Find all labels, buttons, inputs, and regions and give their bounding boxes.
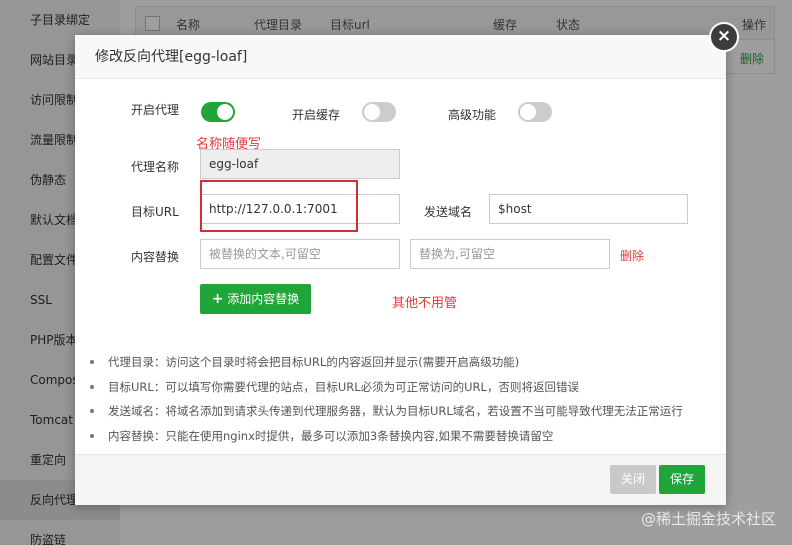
target-url-label: 目标URL: [131, 205, 179, 219]
help-note: 发送域名：将域名添加到请求头传递到代理服务器，默认为目标URL域名，若设置不当可…: [90, 399, 710, 424]
advanced-label: 高级功能: [448, 108, 497, 122]
enable-proxy-label: 开启代理: [131, 103, 180, 117]
enable-proxy-toggle[interactable]: [201, 102, 235, 122]
toggle-knob: [364, 104, 380, 120]
close-button[interactable]: 关闭: [610, 465, 656, 494]
save-button[interactable]: 保存: [659, 465, 705, 494]
help-note: 代理目录：访问这个目录时将会把目标URL的内容返回并显示(需要开启高级功能): [90, 350, 710, 375]
toggle-knob: [520, 104, 536, 120]
toggle-knob: [217, 104, 233, 120]
content-replace-label: 内容替换: [131, 250, 180, 264]
enable-cache-toggle[interactable]: [362, 102, 396, 122]
replace-delete-link[interactable]: 删除: [620, 247, 644, 264]
send-domain-label: 发送域名: [424, 205, 473, 219]
annotation-other-note: 其他不用管: [392, 296, 458, 311]
proxy-name-field: egg-loaf: [200, 149, 400, 179]
dialog-title: 修改反向代理[egg-loaf]: [75, 35, 726, 79]
add-content-replace-button[interactable]: + 添加内容替换: [200, 284, 311, 314]
plus-icon: +: [211, 291, 224, 307]
advanced-toggle[interactable]: [518, 102, 552, 122]
send-domain-input[interactable]: $host: [489, 194, 688, 224]
enable-cache-label: 开启缓存: [292, 108, 341, 122]
add-content-replace-label: 添加内容替换: [227, 292, 300, 306]
replace-to-input[interactable]: 替换为,可留空: [410, 239, 610, 269]
help-notes-list: 代理目录：访问这个目录时将会把目标URL的内容返回并显示(需要开启高级功能) 目…: [90, 350, 710, 448]
watermark: @稀土掘金技术社区: [640, 510, 776, 528]
help-note: 目标URL：可以填写你需要代理的站点，目标URL必须为可正常访问的URL，否则将…: [90, 375, 710, 400]
replace-from-input[interactable]: 被替换的文本,可留空: [200, 239, 400, 269]
close-icon[interactable]: ×: [709, 22, 739, 52]
help-note: 内容替换：只能在使用nginx时提供，最多可以添加3条替换内容,如果不需要替换请…: [90, 424, 710, 449]
proxy-name-label: 代理名称: [131, 160, 180, 174]
annotation-highlight-box: [200, 180, 358, 232]
